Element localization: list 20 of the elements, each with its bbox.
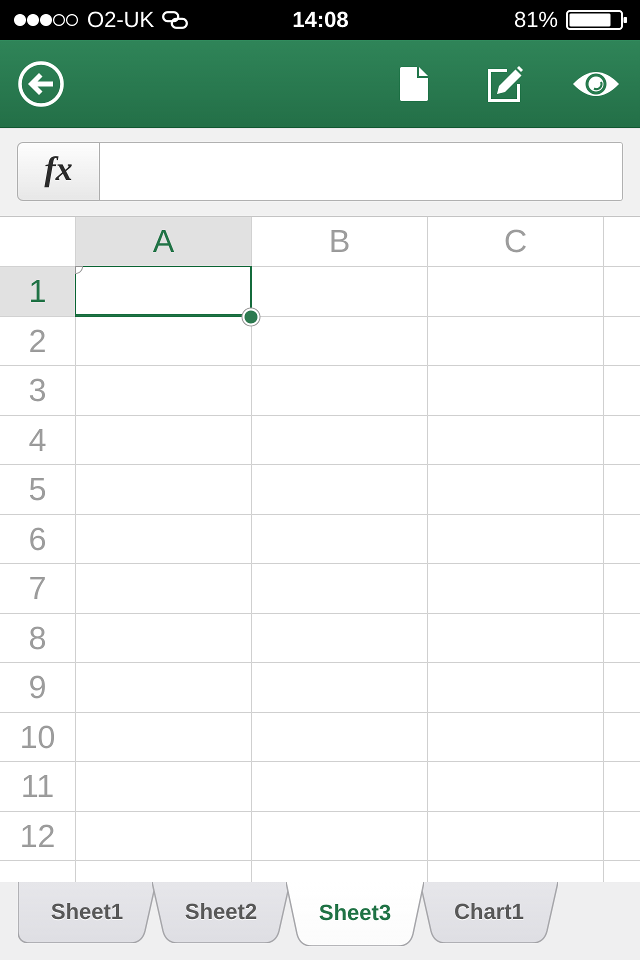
formula-input-field[interactable] [100, 142, 623, 201]
sheet-tab[interactable]: Sheet3 [286, 882, 424, 946]
back-button[interactable] [18, 60, 64, 108]
selection-handle-icon[interactable] [75, 266, 83, 274]
function-button[interactable]: fx [17, 142, 100, 201]
status-time: 14:08 [292, 7, 349, 33]
column-header[interactable]: A [76, 217, 252, 266]
sheet-tab[interactable]: Sheet1 [18, 882, 156, 943]
battery-percentage: 81% [514, 7, 558, 33]
sheet-tab[interactable]: Sheet2 [152, 882, 290, 943]
document-icon [400, 66, 428, 100]
selection-handle-icon[interactable] [241, 307, 261, 327]
eye-icon [572, 70, 620, 98]
edit-icon [487, 64, 523, 102]
sheet-tab[interactable]: Chart1 [420, 882, 558, 943]
carrier-name: O2-UK [87, 7, 154, 33]
row-header[interactable]: 1 [0, 267, 76, 316]
signal-strength-icon [13, 13, 79, 27]
link-icon [162, 11, 188, 29]
battery-icon [566, 10, 628, 30]
